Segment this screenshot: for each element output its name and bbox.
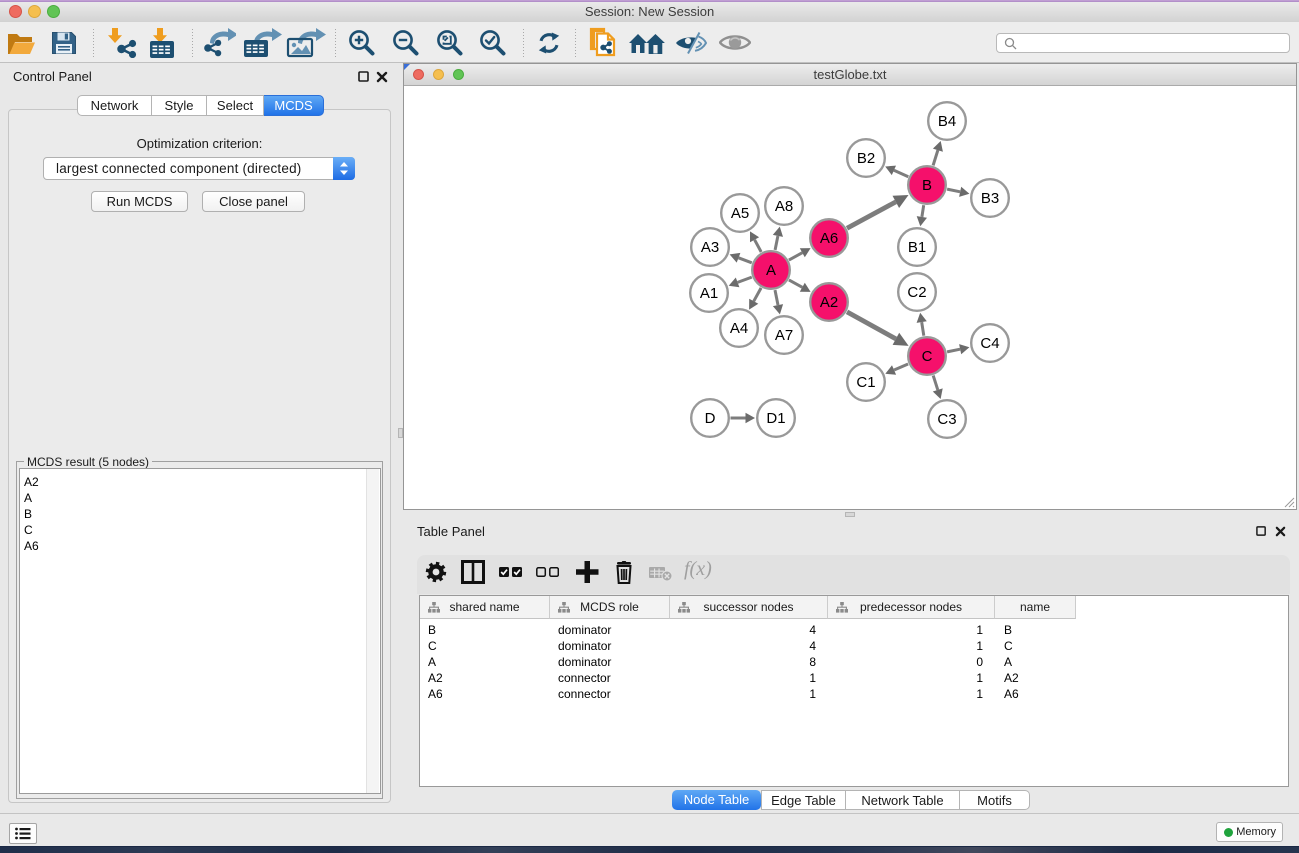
svg-text:A8: A8 <box>775 198 793 215</box>
svg-text:B1: B1 <box>908 239 926 256</box>
svg-text:C: C <box>922 348 933 365</box>
svg-text:C4: C4 <box>980 335 999 352</box>
svg-text:B4: B4 <box>938 113 956 130</box>
svg-text:A5: A5 <box>731 205 749 222</box>
svg-text:C1: C1 <box>856 374 875 391</box>
svg-text:A4: A4 <box>730 320 748 337</box>
svg-text:A6: A6 <box>820 230 838 247</box>
svg-text:D: D <box>705 410 716 427</box>
svg-text:C2: C2 <box>907 284 926 301</box>
svg-text:B2: B2 <box>857 150 875 167</box>
svg-text:A3: A3 <box>701 239 719 256</box>
svg-text:A7: A7 <box>775 327 793 344</box>
svg-text:B3: B3 <box>981 190 999 207</box>
svg-text:A: A <box>766 262 776 279</box>
svg-text:D1: D1 <box>766 410 785 427</box>
svg-text:B: B <box>922 177 932 194</box>
svg-text:C3: C3 <box>937 411 956 428</box>
svg-text:A1: A1 <box>700 285 718 302</box>
svg-text:A2: A2 <box>820 294 838 311</box>
